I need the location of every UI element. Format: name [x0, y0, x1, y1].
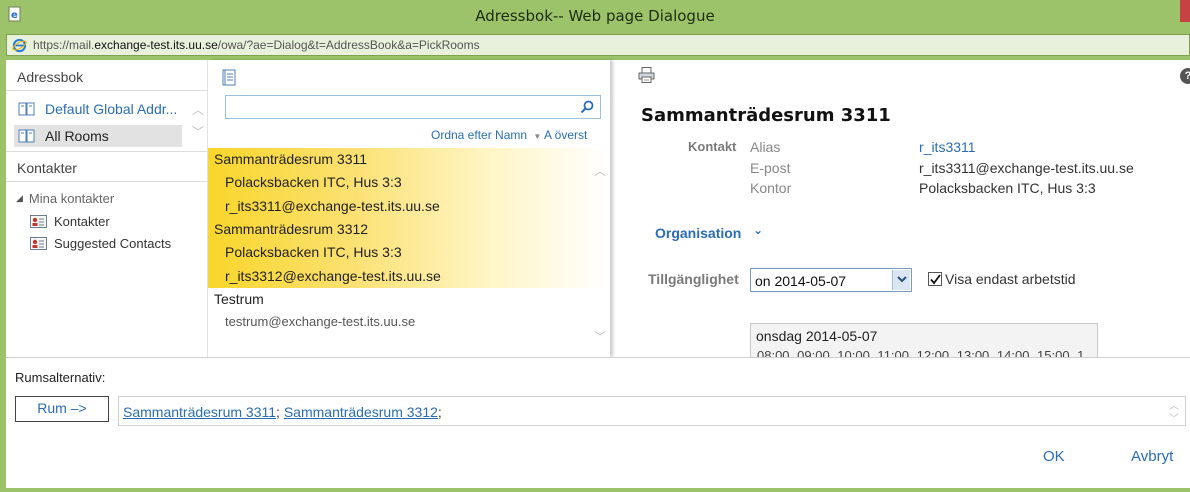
- list-item[interactable]: Sammanträdesrum 3311 Polacksbacken ITC, …: [208, 148, 610, 218]
- rooms-caption: Rumsalternativ:: [15, 370, 106, 385]
- tree-root-label: Mina kontakter: [28, 191, 115, 206]
- search-input[interactable]: [230, 97, 570, 117]
- url-domain: exchange-test.its.uu.se: [94, 38, 218, 52]
- room-location: Polacksbacken ITC, Hus 3:3: [225, 244, 402, 260]
- room-email: r_its3312@exchange-test.its.uu.se: [225, 268, 441, 284]
- title-bar: e Adressbok-- Web page Dialogue: [0, 0, 1190, 32]
- contact-section-label: Kontakt: [688, 139, 737, 154]
- close-button[interactable]: [1180, 0, 1190, 22]
- room-email: testrum@exchange-test.its.uu.se: [225, 314, 416, 329]
- address-book-dialog: Adressbok Default Global Addr... All Roo…: [6, 60, 1190, 488]
- contacts-heading: Kontakter: [17, 160, 77, 176]
- window-title: Adressbok-- Web page Dialogue: [475, 7, 715, 25]
- contact-card-icon: [30, 215, 47, 228]
- calendar-date: onsdag 2014-05-07: [756, 328, 878, 344]
- contact-folder-label: Suggested Contacts: [54, 236, 172, 251]
- divider: [6, 181, 208, 182]
- url-prefix: https://mail.: [33, 38, 95, 52]
- sort-order-link[interactable]: A överst: [544, 128, 587, 142]
- url-field[interactable]: https://mail.exchange-test.its.uu.se/owa…: [6, 34, 1190, 56]
- url-path: /owa/?ae=Dialog&t=AddressBook&a=PickRoom…: [217, 38, 480, 52]
- search-icon[interactable]: [580, 100, 594, 114]
- book-default-global[interactable]: Default Global Addr...: [14, 98, 182, 120]
- book-label: Default Global Addr...: [45, 101, 178, 117]
- prop-label-email: E-post: [750, 160, 791, 176]
- search-box: [225, 95, 601, 119]
- room-name: Sammanträdesrum 3312: [214, 221, 369, 237]
- chevron-down-icon: [897, 276, 907, 283]
- room-email: r_its3311@exchange-test.its.uu.se: [225, 198, 440, 214]
- selected-room-link[interactable]: Sammanträdesrum 3312: [284, 404, 438, 420]
- book-label: All Rooms: [45, 128, 109, 144]
- room-location: Polacksbacken ITC, Hus 3:3: [225, 174, 402, 190]
- double-chevron-down-icon[interactable]: ⌄: [753, 223, 763, 237]
- contact-folder-kontakter[interactable]: Kontakter: [30, 214, 110, 229]
- contact-card-icon: [30, 237, 47, 250]
- prop-label-alias: Alias: [750, 139, 781, 155]
- address-bar: https://mail.exchange-test.its.uu.se/owa…: [0, 32, 1190, 58]
- checkmark-icon: [930, 274, 941, 285]
- calendar-hours: 08:00 09:00 10:00 11:00 12:00 13:00 14:0…: [757, 348, 1085, 357]
- divider: [6, 90, 208, 91]
- room-list: Sammanträdesrum 3311 Polacksbacken ITC, …: [208, 148, 610, 334]
- work-hours-label: Visa endast arbetstid: [945, 271, 1076, 287]
- selected-room-link[interactable]: Sammanträdesrum 3311: [123, 404, 276, 420]
- scroll-down-icon[interactable]: ﹀: [594, 328, 606, 345]
- divider: [6, 151, 208, 152]
- scroll-up-icon[interactable]: ︿: [192, 101, 204, 118]
- book-all-rooms[interactable]: All Rooms: [14, 125, 182, 147]
- room-name: Testrum: [214, 291, 264, 307]
- list-item[interactable]: Testrum testrum@exchange-test.its.uu.se: [208, 288, 610, 334]
- dropdown-button[interactable]: [892, 270, 910, 290]
- address-book-icon: [18, 129, 35, 143]
- prop-value-alias[interactable]: r_its3311: [919, 139, 976, 155]
- address-books-heading: Adressbok: [17, 69, 84, 85]
- prop-label-office: Kontor: [750, 180, 792, 196]
- collapse-triangle-icon[interactable]: ◢: [16, 193, 23, 204]
- prop-value-email: r_its3311@exchange-test.its.uu.se: [919, 160, 1134, 176]
- address-book-icon: [18, 102, 35, 116]
- prop-value-office: Polacksbacken ITC, Hus 3:3: [919, 180, 1096, 196]
- room-picker-footer: Rumsalternativ: Rum –> Sammanträdesrum 3…: [6, 357, 1190, 488]
- ok-button[interactable]: OK: [1043, 448, 1065, 465]
- detail-pane: ? Sammanträdesrum 3311 Kontakt Alias r_i…: [616, 60, 1190, 357]
- selected-rooms-field[interactable]: Sammanträdesrum 3311; Sammanträdesrum 33…: [118, 396, 1186, 426]
- help-icon[interactable]: ?: [1180, 68, 1190, 84]
- list-item[interactable]: Sammanträdesrum 3312 Polacksbacken ITC, …: [208, 218, 610, 288]
- results-pane: Ordna efter Namn ▼ A överst Sammanträdes…: [208, 60, 610, 357]
- scroll-down-icon[interactable]: ﹀: [192, 123, 204, 140]
- chevron-down-icon: ▼: [533, 132, 542, 141]
- scroll-down-icon[interactable]: ﹀: [1169, 410, 1179, 425]
- cancel-button[interactable]: Avbryt: [1131, 448, 1173, 465]
- contact-folder-label: Kontakter: [54, 214, 110, 229]
- date-select-value: on 2014-05-07: [755, 273, 847, 289]
- room-name: Sammanträdesrum 3311: [214, 151, 368, 167]
- organisation-toggle[interactable]: Organisation: [655, 225, 741, 241]
- print-icon[interactable]: [638, 67, 656, 83]
- work-hours-checkbox[interactable]: [928, 272, 942, 286]
- work-hours-option: Visa endast arbetstid: [928, 271, 1076, 287]
- tree-my-contacts[interactable]: ◢ Mina kontakter: [16, 191, 114, 206]
- add-room-button[interactable]: Rum –>: [15, 396, 109, 422]
- sort-dropdown[interactable]: Ordna efter Namn ▼: [431, 128, 541, 142]
- contact-folder-suggested[interactable]: Suggested Contacts: [30, 236, 171, 251]
- internet-explorer-icon: [12, 38, 27, 53]
- detail-title: Sammanträdesrum 3311: [641, 105, 891, 126]
- scroll-up-icon[interactable]: ︿: [594, 162, 606, 179]
- address-book-sidebar: Adressbok Default Global Addr... All Roo…: [6, 60, 208, 357]
- availability-calendar: onsdag 2014-05-07 08:00 09:00 10:00 11:0…: [750, 323, 1098, 357]
- address-book-icon[interactable]: [222, 69, 237, 86]
- availability-label: Tillgänglighet: [648, 271, 739, 287]
- sort-label: Ordna efter Namn: [431, 128, 528, 142]
- date-select[interactable]: on 2014-05-07: [750, 268, 912, 292]
